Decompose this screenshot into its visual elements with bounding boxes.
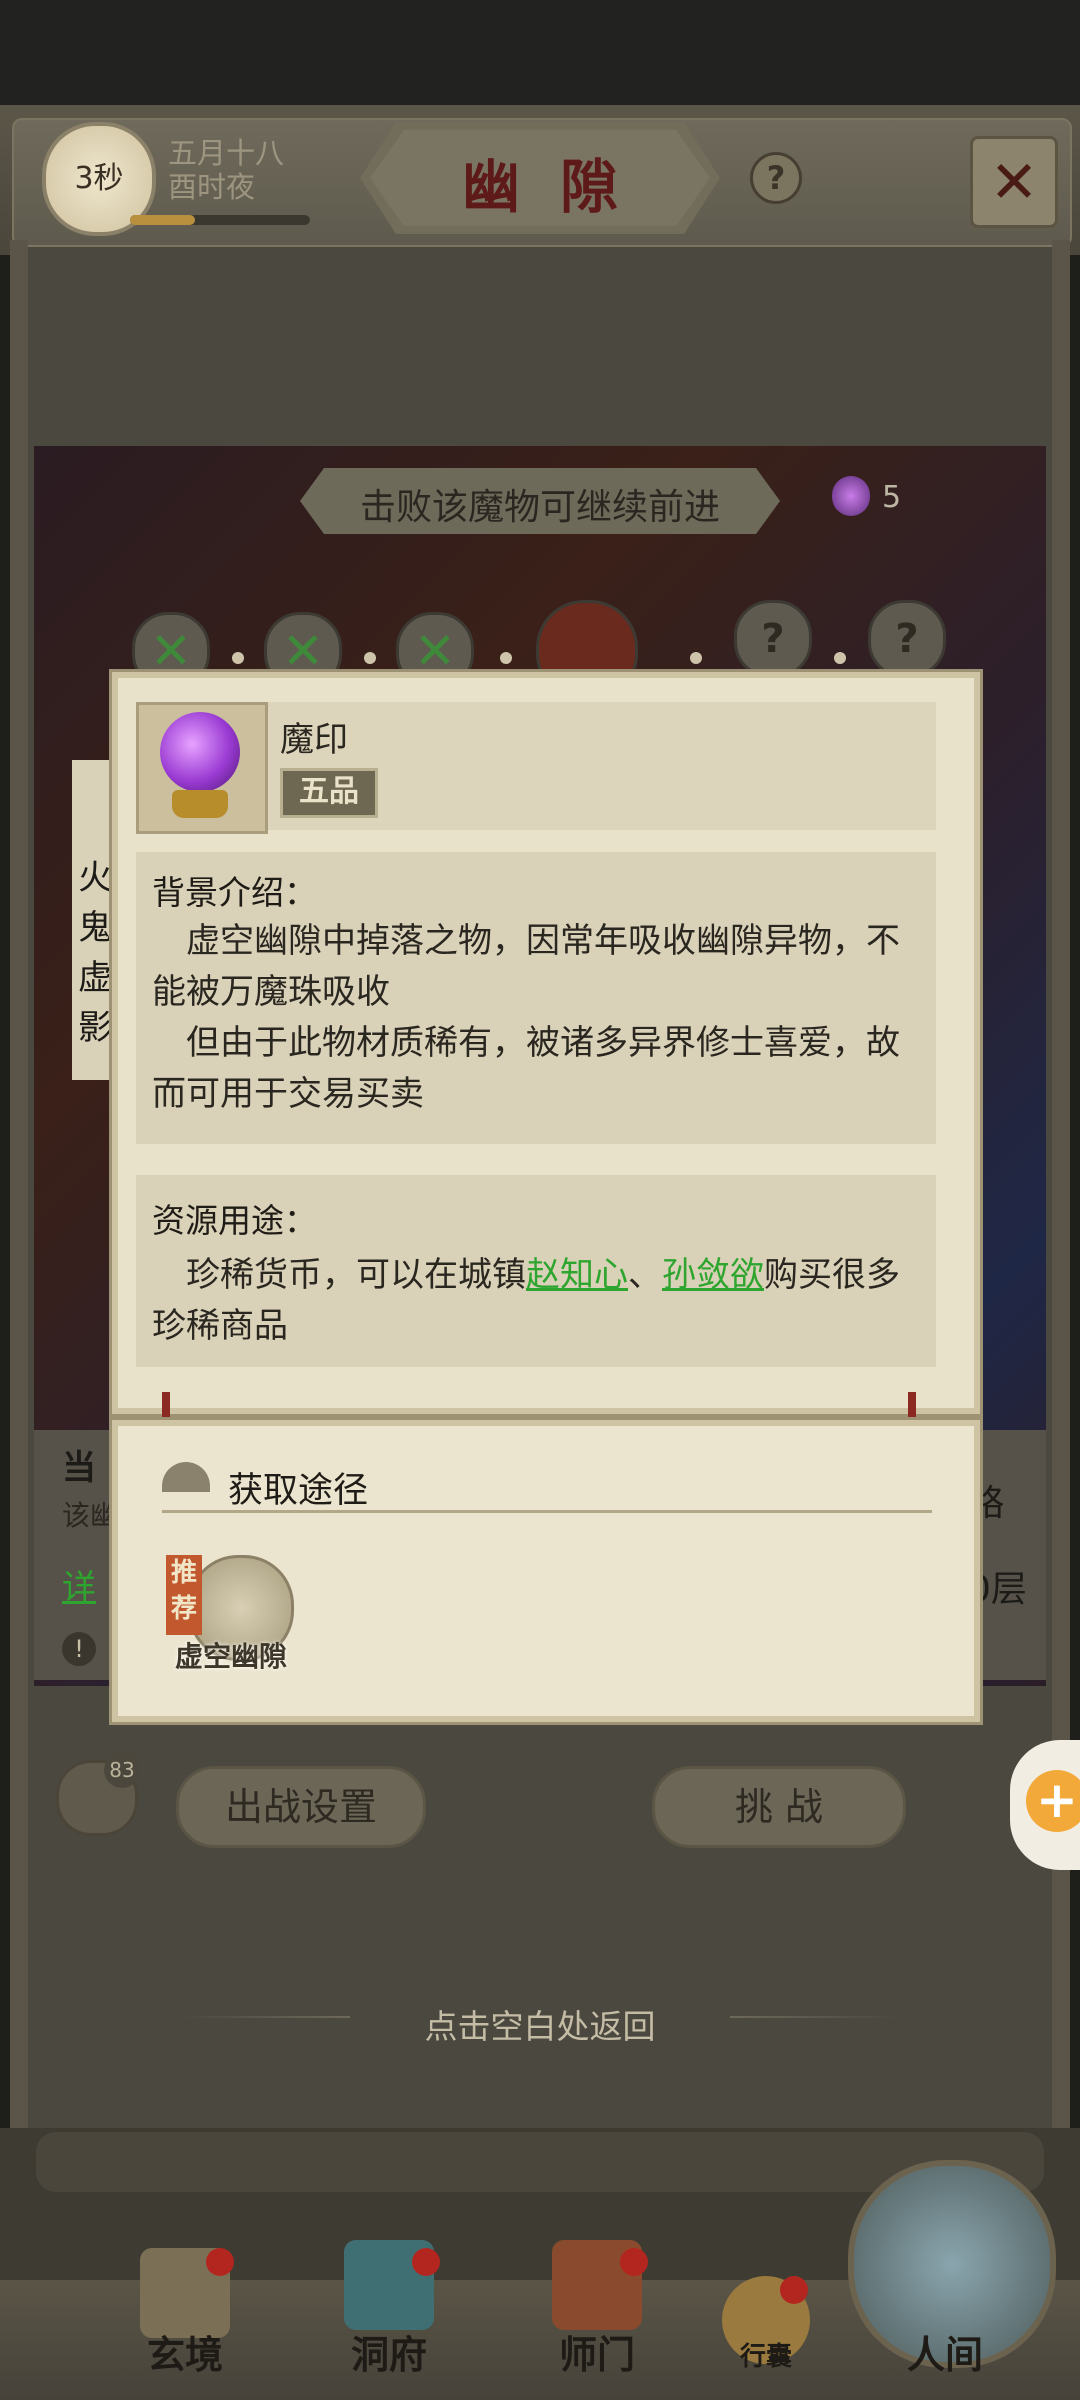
stage-desc: 该幽 (62, 1499, 119, 1532)
warning-icon: ! (62, 1632, 96, 1666)
battle-settings-button[interactable]: 出战设置 (176, 1766, 426, 1848)
orb-stand-icon (172, 790, 228, 818)
acquire-title: 获取途径 (228, 1471, 369, 1511)
node-connector (834, 652, 846, 664)
boss-name-char-4: 影 (78, 1008, 112, 1048)
item-name: 魔印 (280, 720, 348, 760)
notification-dot (206, 2248, 234, 2276)
recommend-badge: 推荐 (166, 1555, 202, 1635)
frame-right (1052, 240, 1070, 2280)
time-progress-fill (130, 215, 195, 225)
usage-prefix: 珍稀货币，可以在城镇 (186, 1255, 526, 1295)
close-button[interactable]: ✕ (970, 136, 1058, 228)
return-divider-right (730, 2016, 900, 2018)
date-line-2: 酉时夜 (168, 170, 256, 204)
nav-xuanjing[interactable]: 玄境 (120, 2324, 250, 2379)
locked-icon: ? (895, 616, 919, 662)
boss-name-char-1: 火 (78, 858, 112, 898)
nav-dongfu[interactable]: 洞府 (324, 2324, 454, 2379)
challenge-button[interactable]: 挑 战 (652, 1766, 906, 1848)
background-title: 背景介绍： (152, 873, 317, 912)
boss-name-char-3: 虚 (78, 958, 112, 998)
npc-link-sun[interactable]: 孙敛欲 (662, 1255, 764, 1295)
npc-link-zhao[interactable]: 赵知心 (526, 1255, 628, 1295)
nav-renjian[interactable]: 人间 (880, 2324, 1010, 2379)
item-grade-badge: 五品 (280, 768, 378, 818)
date-line-1: 五月十八 (168, 136, 285, 170)
page-title: 幽隙 (461, 153, 658, 221)
stage-node-locked-1[interactable]: ? (734, 600, 812, 678)
usage-title: 资源用途： (152, 1201, 317, 1240)
node-connector (500, 652, 512, 664)
locked-icon: ? (761, 616, 785, 662)
help-button[interactable]: ? (750, 152, 802, 204)
tap-blank-to-return[interactable]: 点击空白处返回 (0, 2000, 1080, 2048)
node-connector (232, 652, 244, 664)
current-label: 当 (62, 1448, 96, 1488)
usage-text: 珍稀货币，可以在城镇赵知心、孙敛欲购买很多珍稀商品 (152, 1250, 912, 1352)
frame-left (10, 240, 28, 2280)
game-date: 五月十八 酉时夜 (168, 136, 284, 204)
magic-seal-orb-icon (160, 712, 240, 792)
close-icon: ✕ (989, 148, 1039, 216)
notification-dot (412, 2248, 440, 2276)
background-paragraph-2: 但由于此物材质稀有，被诸多异界修士喜爱，故而可用于交易买卖 (152, 1023, 900, 1114)
source-label[interactable]: 虚空幽隙 (166, 1635, 296, 1675)
nav-xingnang[interactable]: 行囊 (722, 2336, 810, 2373)
node-connector (690, 652, 702, 664)
orb-currency-icon (832, 476, 870, 516)
plus-icon[interactable]: + (1026, 1770, 1080, 1832)
chat-unread-badge: 83 (104, 1752, 140, 1788)
stage-node-locked-2[interactable]: ? (868, 600, 946, 678)
nav-shimen[interactable]: 师门 (532, 2324, 662, 2379)
hint-text: 击败该魔物可继续前进 (359, 487, 720, 528)
detail-link[interactable]: 详 (62, 1560, 96, 1609)
boss-name-char-2: 鬼 (78, 908, 112, 948)
background-paragraph-1: 虚空幽隙中掉落之物，因常年吸收幽隙异物，不能被万魔珠吸收 (152, 921, 900, 1012)
usage-separator: 、 (628, 1255, 662, 1295)
status-bar (0, 0, 1080, 105)
node-connector (364, 652, 376, 664)
acquire-divider (162, 1510, 932, 1513)
notification-dot (620, 2248, 648, 2276)
orb-count: 5 (882, 480, 902, 515)
notification-dot (780, 2276, 808, 2304)
